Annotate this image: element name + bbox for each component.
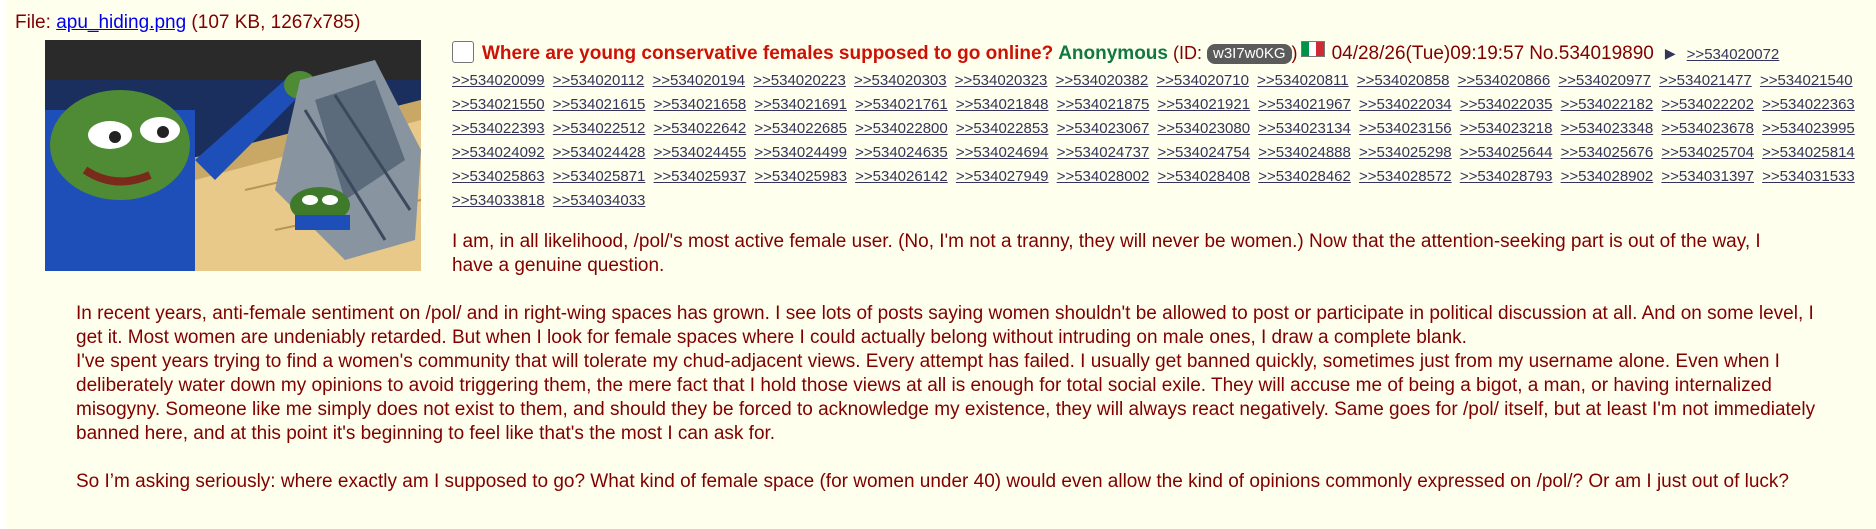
backlink[interactable]: >>534020811 xyxy=(1257,72,1349,89)
backlink[interactable]: >>534028572 xyxy=(1359,168,1452,185)
id-close: ) xyxy=(1291,43,1298,63)
backlink[interactable]: >>534022393 xyxy=(452,120,545,137)
poster-id-wrapper: (ID: w3I7w0KG) xyxy=(1173,43,1298,64)
post-number-link[interactable]: No.534019890 xyxy=(1529,43,1654,64)
backlink[interactable]: >>534021761 xyxy=(855,96,948,113)
post-datetime: 04/28/26(Tue)09:19:57 xyxy=(1331,43,1525,64)
italy-flag-icon xyxy=(1300,41,1325,57)
backlink[interactable]: >>534023348 xyxy=(1561,120,1654,137)
backlink[interactable]: >>534034033 xyxy=(553,192,646,209)
file-link[interactable]: apu_hiding.png xyxy=(56,12,186,33)
checkbox-icon[interactable] xyxy=(452,41,474,63)
backlink[interactable]: >>534020072 xyxy=(1687,46,1780,63)
backlink[interactable]: >>534025298 xyxy=(1359,144,1452,161)
backlink[interactable]: >>534022685 xyxy=(754,120,847,137)
backlink[interactable]: >>534024635 xyxy=(855,144,948,161)
backlink[interactable]: >>534028002 xyxy=(1057,168,1150,185)
backlink[interactable]: >>534022035 xyxy=(1460,96,1553,113)
backlink[interactable]: >>534024428 xyxy=(553,144,646,161)
backlink[interactable]: >>534022853 xyxy=(956,120,1049,137)
backlink[interactable]: >>534022363 xyxy=(1762,96,1855,113)
backlink[interactable]: >>534021921 xyxy=(1157,96,1250,113)
backlink[interactable]: >>534021615 xyxy=(553,96,646,113)
backlink[interactable]: >>534020858 xyxy=(1357,72,1450,89)
backlink[interactable]: >>534020303 xyxy=(854,72,947,89)
backlink[interactable]: >>534024499 xyxy=(754,144,847,161)
backlink[interactable]: >>534024737 xyxy=(1057,144,1150,161)
apu-hiding-image xyxy=(45,40,421,271)
backlink[interactable]: >>534028408 xyxy=(1157,168,1250,185)
post-paragraph: In recent years, anti-female sentiment o… xyxy=(76,303,1816,444)
backlink[interactable]: >>534025676 xyxy=(1561,144,1654,161)
backlink[interactable]: >>534021875 xyxy=(1057,96,1150,113)
poster-name: Anonymous xyxy=(1058,43,1168,64)
backlink[interactable]: >>534028462 xyxy=(1258,168,1351,185)
file-info: File: apu_hiding.png (107 KB, 1267x785) xyxy=(15,10,360,36)
backlink[interactable]: >>534024888 xyxy=(1258,144,1351,161)
backlink[interactable]: >>534021691 xyxy=(754,96,847,113)
play-arrow-icon[interactable]: ▶ xyxy=(1665,45,1676,61)
file-meta: (107 KB, 1267x785) xyxy=(186,12,361,33)
backlink[interactable]: >>534020112 xyxy=(553,72,645,89)
post-subject: Where are young conservative females sup… xyxy=(482,43,1054,64)
backlink[interactable]: >>534023080 xyxy=(1157,120,1250,137)
backlink[interactable]: >>534020194 xyxy=(652,72,745,89)
backlink[interactable]: >>534025937 xyxy=(654,168,747,185)
backlink[interactable]: >>534024455 xyxy=(654,144,747,161)
post-container: File: apu_hiding.png (107 KB, 1267x785) xyxy=(0,0,1876,529)
backlink[interactable]: >>534020866 xyxy=(1458,72,1551,89)
backlink[interactable]: >>534031397 xyxy=(1661,168,1754,185)
backlink[interactable]: >>534025871 xyxy=(553,168,646,185)
backlink[interactable]: >>534033818 xyxy=(452,192,545,209)
backlink[interactable]: >>534022182 xyxy=(1561,96,1654,113)
post-paragraph: So I’m asking seriously: where exactly a… xyxy=(76,471,1789,492)
backlink[interactable]: >>534026142 xyxy=(855,168,948,185)
backlink[interactable]: >>534028902 xyxy=(1561,168,1654,185)
backlink[interactable]: >>534022800 xyxy=(855,120,948,137)
backlink[interactable]: >>534022034 xyxy=(1359,96,1452,113)
backlinks-list: >>534020099 >>534020112 >>534020194 >>53… xyxy=(452,69,1872,213)
backlink[interactable]: >>534025644 xyxy=(1460,144,1553,161)
backlink[interactable]: >>534021477 xyxy=(1659,72,1752,89)
backlink[interactable]: >>534024694 xyxy=(956,144,1049,161)
backlink[interactable]: >>534021658 xyxy=(654,96,747,113)
backlink[interactable]: >>534023156 xyxy=(1359,120,1452,137)
post-header: Where are young conservative females sup… xyxy=(452,40,1872,68)
backlink[interactable]: >>534024092 xyxy=(452,144,545,161)
post-image-thumbnail[interactable] xyxy=(45,40,421,271)
backlink[interactable]: >>534021550 xyxy=(452,96,545,113)
backlink[interactable]: >>534021967 xyxy=(1258,96,1351,113)
backlink[interactable]: >>534021540 xyxy=(1760,72,1853,89)
backlink[interactable]: >>534024754 xyxy=(1157,144,1250,161)
backlink[interactable]: >>534028793 xyxy=(1460,168,1553,185)
backlink[interactable]: >>534023134 xyxy=(1258,120,1351,137)
backlink[interactable]: >>534023678 xyxy=(1661,120,1754,137)
backlink[interactable]: >>534020710 xyxy=(1156,72,1249,89)
backlink[interactable]: >>534023995 xyxy=(1762,120,1855,137)
backlink[interactable]: >>534020977 xyxy=(1558,72,1651,89)
backlink[interactable]: >>534025704 xyxy=(1661,144,1754,161)
backlink[interactable]: >>534027949 xyxy=(956,168,1049,185)
backlink[interactable]: >>534025863 xyxy=(452,168,545,185)
id-open: (ID: xyxy=(1173,43,1207,63)
backlink[interactable]: >>534023067 xyxy=(1057,120,1150,137)
backlink[interactable]: >>534020099 xyxy=(452,72,545,89)
file-label: File: xyxy=(15,12,57,33)
backlink[interactable]: >>534020323 xyxy=(955,72,1048,89)
backlink[interactable]: >>534021848 xyxy=(956,96,1049,113)
backlink[interactable]: >>534020223 xyxy=(753,72,846,89)
backlink[interactable]: >>534022512 xyxy=(553,120,646,137)
poster-id-badge[interactable]: w3I7w0KG xyxy=(1207,44,1292,64)
post-paragraph: I am, in all likelihood, /pol/'s most ac… xyxy=(452,231,1761,276)
page-left-edge xyxy=(0,0,6,529)
backlink[interactable]: >>534025983 xyxy=(754,168,847,185)
backlink[interactable]: >>534022642 xyxy=(654,120,747,137)
backlink[interactable]: >>534023218 xyxy=(1460,120,1553,137)
backlink[interactable]: >>534025814 xyxy=(1762,144,1855,161)
backlink[interactable]: >>534022202 xyxy=(1661,96,1754,113)
backlink[interactable]: >>534020382 xyxy=(1056,72,1149,89)
backlink[interactable]: >>534031533 xyxy=(1762,168,1855,185)
